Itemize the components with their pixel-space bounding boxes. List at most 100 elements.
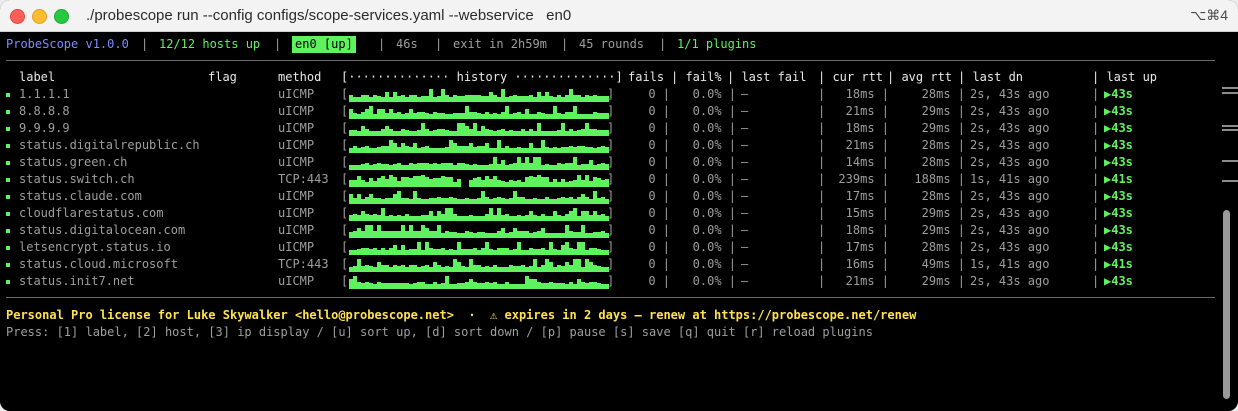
history-sparkline: [349, 257, 609, 272]
last-fail: –: [741, 274, 749, 288]
fail-count: 0 |: [648, 189, 670, 203]
last-fail: –: [741, 240, 749, 254]
last-down: 1s, 41s ago: [970, 172, 1050, 186]
history-bracket: [: [341, 189, 349, 203]
column-separator: |: [1092, 155, 1100, 169]
fail-count: 0 |: [648, 104, 670, 118]
average-rtt: 188ms |: [914, 172, 965, 186]
terminal-content[interactable]: ProbeScope v1.0.0 | 12/12 hosts up | en0…: [0, 32, 1238, 411]
host-label: status.digitalrepublic.ch: [19, 138, 200, 152]
column-separator: |: [1092, 104, 1100, 118]
history-bracket: [: [341, 87, 349, 101]
col-cur-rtt: | cur rtt: [818, 70, 884, 84]
column-separator: |: [1092, 172, 1100, 186]
current-rtt: 18ms |: [845, 223, 889, 237]
history-sparkline: [349, 240, 609, 255]
divider: [6, 297, 1215, 298]
average-rtt: 29ms |: [921, 223, 965, 237]
interface-badge: en0 [up]: [292, 36, 356, 53]
column-separator: |: [1092, 138, 1100, 152]
history-bracket: [: [341, 121, 349, 135]
history-sparkline: [349, 206, 609, 221]
column-separator: |: [1092, 121, 1100, 135]
column-separator: |: [1092, 257, 1100, 271]
status-dot-icon: [6, 144, 10, 148]
terminal-window: ./probescope run --config configs/scope-…: [0, 0, 1238, 411]
last-up: ▶43s: [1104, 240, 1133, 254]
host-label: 8.8.8.8: [19, 104, 70, 118]
col-label[interactable]: label: [19, 69, 55, 86]
round-count: 45 rounds: [579, 37, 645, 51]
fail-percent: 0.0% |: [692, 121, 736, 135]
last-down: 2s, 43s ago: [970, 87, 1050, 101]
scrollbar-thumb[interactable]: [1223, 210, 1230, 399]
host-label: status.switch.ch: [19, 172, 135, 186]
history-bar: [605, 147, 609, 153]
col-last-up: | last up: [1092, 70, 1158, 84]
column-separator: |: [1092, 274, 1100, 288]
average-rtt: 29ms |: [921, 274, 965, 288]
last-up: ▶41s: [1104, 172, 1133, 186]
history-sparkline: [349, 138, 609, 153]
history-bracket: [: [341, 257, 349, 271]
current-rtt: 21ms |: [845, 138, 889, 152]
average-rtt: 28ms |: [921, 240, 965, 254]
history-bar: [605, 267, 609, 272]
minimize-button[interactable]: [32, 9, 47, 24]
window-shortcut: ⌥⌘4: [1190, 7, 1228, 23]
last-fail: –: [741, 172, 749, 186]
fail-count: 0 |: [648, 87, 670, 101]
maximize-button[interactable]: [54, 9, 69, 24]
history-bracket: [: [341, 172, 349, 186]
history-bar: [605, 216, 609, 221]
host-label: 1.1.1.1: [19, 87, 70, 101]
fail-count: 0 |: [648, 240, 670, 254]
probe-method: uICMP: [278, 121, 315, 135]
col-last-fail: | last fail: [727, 70, 807, 84]
status-dot-icon: [6, 195, 10, 199]
fail-count: 0 |: [648, 138, 670, 152]
fail-count: 0 |: [648, 121, 670, 135]
status-dot-icon: [6, 229, 10, 233]
fail-percent: 0.0% |: [692, 104, 736, 118]
last-fail: –: [741, 104, 749, 118]
history-bar: [605, 113, 609, 119]
history-bar: [605, 179, 609, 187]
probe-method: uICMP: [278, 223, 315, 237]
last-fail: –: [741, 223, 749, 237]
average-rtt: 28ms |: [921, 189, 965, 203]
exit-timer: exit in 2h59m: [453, 37, 547, 51]
status-dot-icon: [6, 263, 10, 267]
history-sparkline: [349, 172, 609, 187]
status-dot-icon: [6, 280, 10, 284]
host-label: cloudflarestatus.com: [19, 206, 164, 220]
close-button[interactable]: [10, 9, 25, 24]
history-bar: [605, 96, 609, 102]
last-down: 2s, 43s ago: [970, 206, 1050, 220]
fail-count: 0 |: [648, 257, 670, 271]
plugin-count: 1/1 plugins: [677, 37, 757, 51]
scroll-mark: [1222, 125, 1238, 127]
fail-count: 0 |: [648, 172, 670, 186]
current-rtt: 14ms |: [845, 155, 889, 169]
probe-method: uICMP: [278, 104, 315, 118]
history-sparkline: [349, 274, 609, 289]
last-up: ▶41s: [1104, 257, 1133, 271]
col-fails: fails: [628, 70, 665, 84]
uptime: 46s: [396, 37, 418, 51]
col-avg-rtt: | avg rtt: [887, 70, 953, 84]
host-label: status.claude.com: [19, 189, 142, 203]
last-down: 2s, 43s ago: [970, 104, 1050, 118]
history-sparkline: [349, 189, 609, 204]
probe-method: uICMP: [278, 206, 315, 220]
keyboard-help: Press: [1] label, [2] host, [3] ip displ…: [6, 325, 873, 339]
last-fail: –: [741, 206, 749, 220]
status-dot-icon: [6, 127, 10, 131]
fail-percent: 0.0% |: [692, 240, 736, 254]
status-separator: |: [141, 37, 149, 51]
history-bracket: [: [341, 206, 349, 220]
current-rtt: 18ms |: [845, 87, 889, 101]
average-rtt: 28ms |: [921, 87, 965, 101]
last-fail: –: [741, 257, 749, 271]
column-separator: |: [1092, 223, 1100, 237]
